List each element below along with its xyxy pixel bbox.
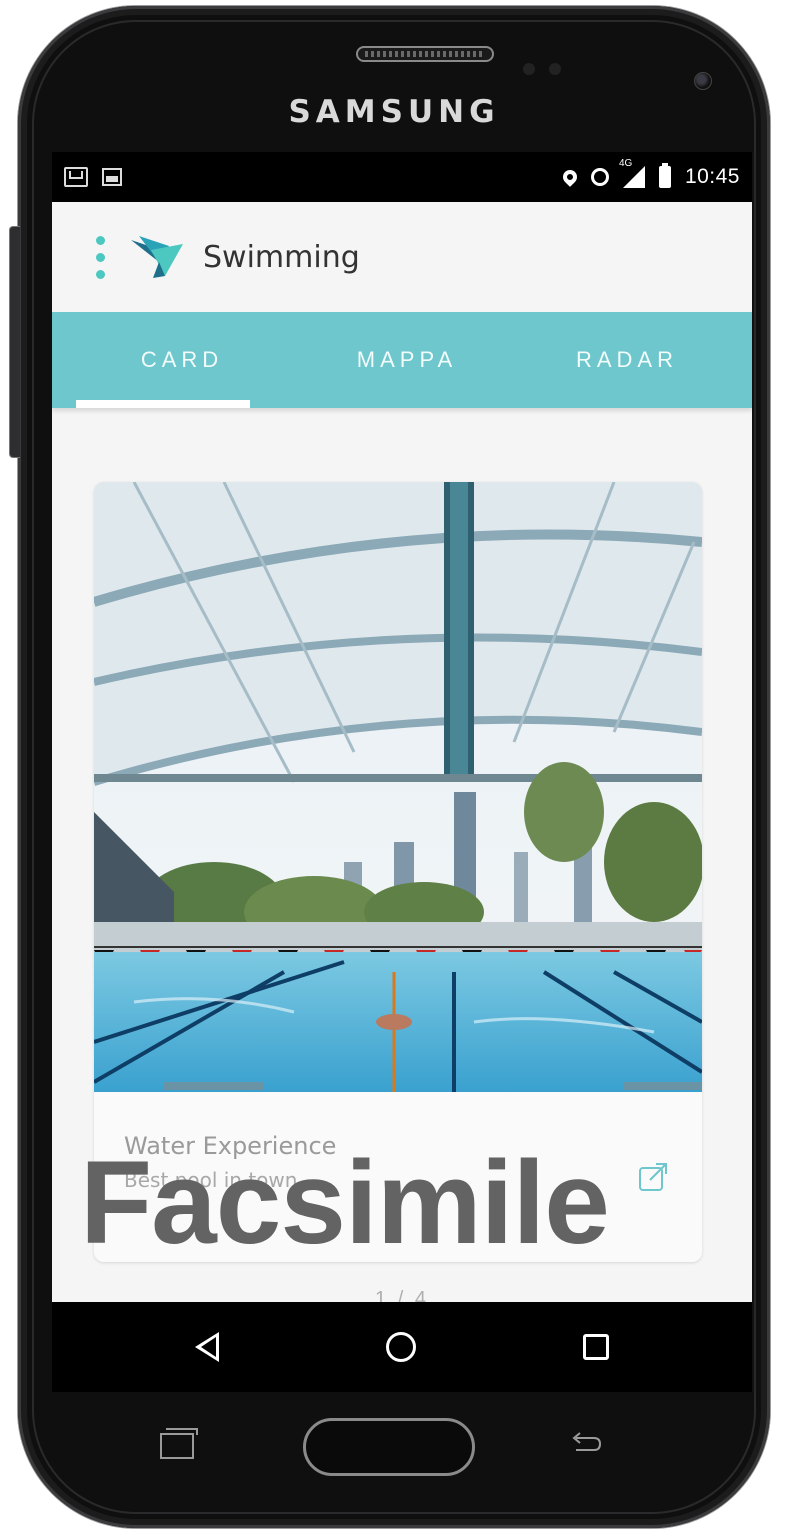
tab-mappa-label: MAPPA	[356, 347, 458, 372]
light-sensor	[549, 63, 561, 75]
recent-apps-icon[interactable]	[582, 1334, 609, 1360]
tab-bar: CARD MAPPA RADAR	[52, 312, 752, 408]
alarm-icon	[590, 168, 609, 186]
status-time: 10:45	[684, 165, 740, 188]
front-camera	[694, 72, 712, 90]
network-type: 4G	[618, 158, 633, 169]
hardware-back-icon[interactable]	[568, 1430, 604, 1458]
screen-edge	[752, 152, 754, 1392]
share-icon[interactable]	[636, 1158, 672, 1194]
volume-button[interactable]	[9, 226, 20, 458]
image-icon	[102, 168, 122, 186]
navigation-bar	[52, 1302, 752, 1392]
tab-card[interactable]: CARD	[52, 312, 312, 408]
app-title: Swimming	[203, 239, 360, 275]
signal-icon: 4G	[619, 158, 645, 188]
battery-icon	[658, 163, 671, 188]
brand-logo: SAMSUNG	[288, 94, 500, 130]
home-icon[interactable]	[385, 1332, 416, 1362]
tab-card-label: CARD	[140, 347, 224, 372]
location-icon	[560, 167, 580, 187]
back-icon[interactable]	[195, 1332, 220, 1362]
app-bar: Swimming	[52, 202, 752, 312]
app-logo-icon	[131, 236, 183, 278]
tab-radar[interactable]: RADAR	[502, 312, 752, 408]
tab-mappa[interactable]: MAPPA	[312, 312, 502, 408]
hardware-recent-apps-icon[interactable]	[160, 1428, 198, 1459]
proximity-sensor	[523, 63, 535, 75]
pool-photo	[94, 482, 702, 1092]
tab-radar-label: RADAR	[575, 347, 678, 372]
watermark-text: Facsimile	[80, 1137, 610, 1269]
hardware-keys	[0, 1400, 790, 1490]
overflow-menu-icon[interactable]	[96, 235, 105, 279]
hardware-home-button[interactable]	[303, 1418, 475, 1476]
gmail-icon	[64, 167, 88, 187]
status-bar: 4G 10:45	[52, 152, 752, 202]
earpiece-speaker	[356, 46, 494, 62]
